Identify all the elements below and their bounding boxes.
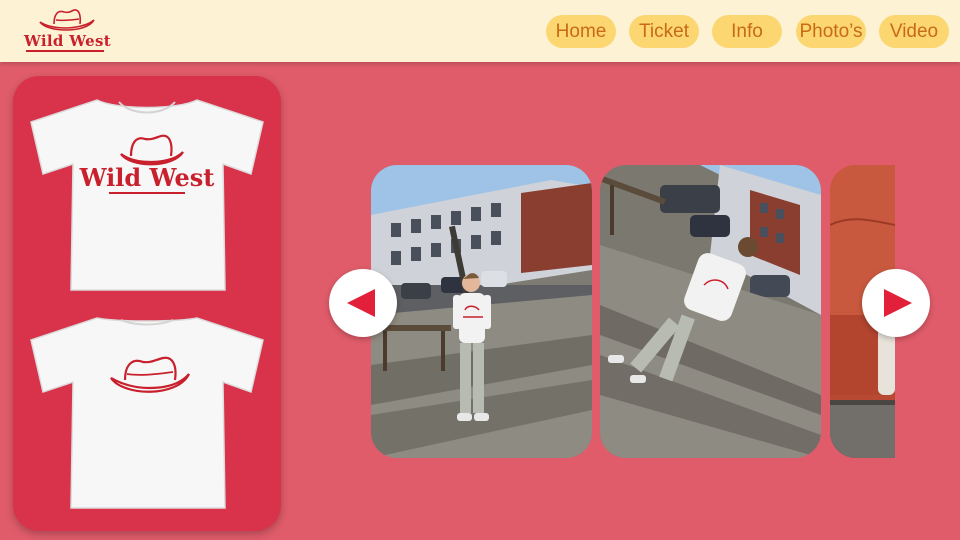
top-header: Wild West Home Ticket Info Photo’s Video	[0, 0, 960, 62]
carousel-prev-button[interactable]	[329, 269, 397, 337]
logo-wordmark: Wild West	[24, 32, 111, 50]
nav-home-button[interactable]: Home	[546, 15, 616, 48]
nav-photos-button[interactable]: Photo’s	[796, 15, 866, 48]
merch-panel: Wild West	[13, 76, 281, 531]
carousel-next-button[interactable]	[862, 269, 930, 337]
nav-video-button[interactable]: Video	[879, 15, 949, 48]
triangle-right-icon	[884, 289, 912, 317]
triangle-left-icon	[347, 289, 375, 317]
carousel-photo-2[interactable]	[600, 165, 821, 458]
carousel-photo-1[interactable]	[371, 165, 592, 458]
tshirt-front-image[interactable]: Wild West	[27, 94, 267, 294]
logo-underline	[26, 50, 104, 52]
front-print-text: Wild West	[79, 163, 215, 192]
nav-info-button[interactable]: Info	[712, 15, 782, 48]
cowboy-hat-icon	[39, 9, 95, 31]
nav-ticket-button[interactable]: Ticket	[629, 15, 699, 48]
tshirt-back-image[interactable]	[27, 312, 267, 512]
wild-west-logo[interactable]: Wild West	[22, 8, 111, 54]
